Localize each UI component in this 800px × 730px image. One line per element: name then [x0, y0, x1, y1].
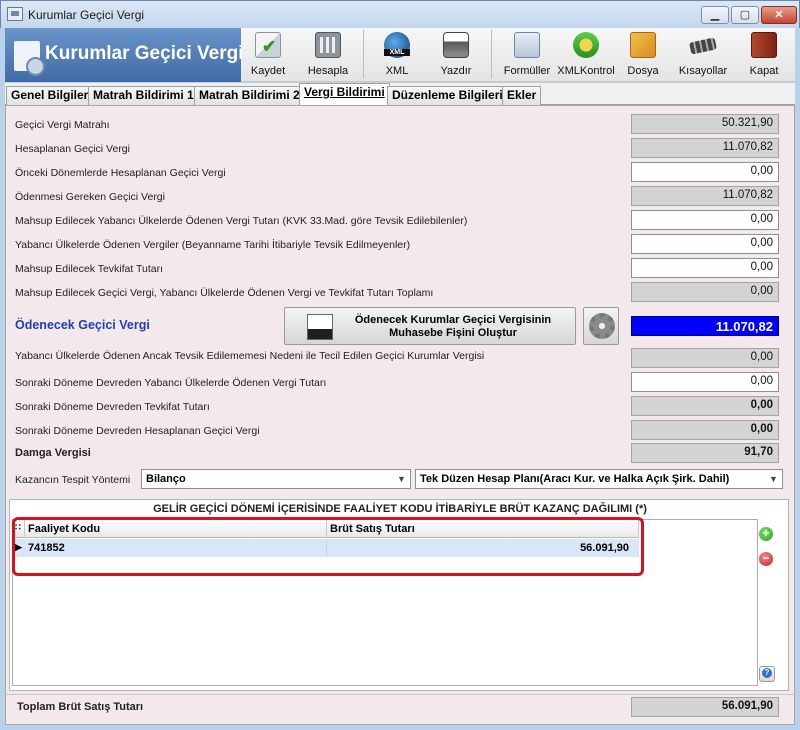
title-bar: Kurumlar Geçici Vergi ▁ ▢ ✕	[0, 0, 800, 28]
remove-row-icon[interactable]: −	[759, 552, 773, 566]
devreden-hesaplanan-field: 0,00	[631, 420, 779, 440]
toplam-brut-satis-field: 56.091,90	[631, 697, 779, 717]
yabanci-ulke-tevsik-input[interactable]: 0,00	[631, 234, 779, 254]
minimize-button[interactable]: ▁	[701, 6, 729, 24]
save-button[interactable]: Kaydet	[245, 30, 291, 80]
devreden-yabanci-vergi-input[interactable]: 0,00	[631, 372, 779, 392]
field-label: Sonraki Döneme Devreden Tevkifat Tutarı	[15, 401, 210, 413]
print-label: Yazdır	[440, 65, 472, 77]
damga-vergisi-label: Damga Vergisi	[15, 447, 91, 459]
tab-bar: Genel Bilgiler Matrah Bildirimi 1 Matrah…	[5, 83, 795, 106]
exit-label: Kapat	[749, 65, 779, 77]
calculator-icon	[315, 32, 341, 58]
yabanci-ulke-vergi-input[interactable]: 0,00	[631, 210, 779, 230]
field-label: Geçici Vergi Matrahı	[15, 119, 110, 131]
window-title: Kurumlar Geçici Vergi	[28, 8, 145, 22]
tecil-edilen-vergi-field: 0,00	[631, 348, 779, 368]
document-clock-icon	[14, 41, 45, 76]
tab-vergi-bildirimi[interactable]: Vergi Bildirimi	[299, 83, 390, 106]
forms-button[interactable]: Formüller	[500, 30, 554, 80]
file-button[interactable]: Dosya	[621, 30, 665, 80]
file-label: Dosya	[627, 65, 659, 77]
toplam-brut-satis-label: Toplam Brüt Satış Tutarı	[17, 701, 144, 713]
devreden-tevkifat-field: 0,00	[631, 396, 779, 416]
settings-button[interactable]	[583, 307, 619, 345]
xml-control-button[interactable]: XMLKontrol	[556, 30, 616, 80]
shortcuts-button[interactable]: Kısayollar	[675, 30, 731, 80]
damga-vergisi-field: 91,70	[631, 443, 779, 463]
highlight-annotation	[12, 517, 644, 576]
help-icon[interactable]	[759, 666, 775, 682]
muhasebe-fisi-label: Ödenecek Kurumlar Geçici Vergisinin Muha…	[354, 314, 552, 339]
kazanc-yontemi-select[interactable]: Bilanço ▼	[141, 469, 411, 489]
odenmesi-gereken-vergi-field: 11.070,82	[631, 186, 779, 206]
save-label: Kaydet	[250, 65, 286, 77]
divider	[6, 694, 794, 695]
tevkifat-tutari-input[interactable]: 0,00	[631, 258, 779, 278]
chevron-down-icon: ▼	[769, 474, 778, 484]
close-button[interactable]: ✕	[761, 6, 797, 24]
forms-label: Formüller	[503, 65, 551, 77]
exit-button[interactable]: Kapat	[744, 30, 784, 80]
xml-check-icon	[573, 32, 599, 58]
vergi-bildirimi-panel: Geçici Vergi Matrahı 50.321,90 Hesaplana…	[5, 105, 795, 725]
toolbar: Kurumlar Geçici Vergi Kaydet Hesapla XML…	[5, 28, 795, 82]
field-label: Sonraki Döneme Devreden Hesaplanan Geçic…	[15, 425, 260, 437]
document-grid-icon	[307, 314, 333, 340]
chevron-down-icon: ▼	[397, 474, 406, 484]
xml-label: XML	[385, 65, 409, 77]
field-label: Sonraki Döneme Devreden Yabancı Ülkelerd…	[15, 377, 327, 389]
app-icon	[7, 7, 23, 21]
printer-icon	[443, 32, 469, 58]
tab-ekler[interactable]: Ekler	[502, 86, 542, 105]
keyboard-icon	[689, 37, 717, 55]
muhasebe-fisi-olustur-button[interactable]: Ödenecek Kurumlar Geçici Vergisinin Muha…	[284, 307, 576, 345]
xml-button[interactable]: XML	[375, 30, 419, 80]
banner-title: Kurumlar Geçici Vergi	[45, 43, 244, 64]
toolbar-separator	[363, 30, 364, 78]
field-label: Mahsup Edilecek Geçici Vergi, Yabancı Ül…	[15, 287, 434, 299]
hesap-plani-value: Tek Düzen Hesap Planı(Aracı Kur. ve Halk…	[420, 473, 730, 485]
odenecek-vergi-label: Ödenecek Geçici Vergi	[15, 318, 150, 332]
xml-control-label: XMLKontrol	[557, 65, 615, 77]
calculate-label: Hesapla	[307, 65, 349, 77]
kazanc-yontemi-value: Bilanço	[146, 473, 186, 485]
mahsup-toplam-field: 0,00	[631, 282, 779, 302]
onceki-donemler-vergi-input[interactable]: 0,00	[631, 162, 779, 182]
forms-icon	[514, 32, 540, 58]
save-check-icon	[255, 32, 281, 58]
field-label: Önceki Dönemlerde Hesaplanan Geçici Verg…	[15, 167, 226, 179]
exit-door-icon	[751, 32, 777, 58]
field-label: Hesaplanan Geçici Vergi	[15, 143, 130, 155]
xml-globe-icon	[384, 32, 410, 58]
hesaplanan-gecici-vergi-field: 11.070,82	[631, 138, 779, 158]
maximize-button[interactable]: ▢	[731, 6, 759, 24]
kazanc-tespit-label: Kazancın Tespit Yöntemi	[15, 474, 131, 486]
print-button[interactable]: Yazdır	[433, 30, 479, 80]
field-label: Yabancı Ülkelerde Ödenen Ancak Tevsik Ed…	[15, 350, 485, 362]
tab-duzenleme-bilgileri[interactable]: Düzenleme Bilgileri	[387, 86, 508, 105]
field-label: Yabancı Ülkelerde Ödenen Vergiler (Beyan…	[15, 239, 411, 251]
faaliyet-group-title: GELİR GEÇİCİ DÖNEMİ İÇERİSİNDE FAALİYET …	[153, 503, 647, 515]
tab-matrah-bildirimi-1[interactable]: Matrah Bildirimi 1	[88, 86, 199, 105]
gear-icon	[589, 313, 615, 339]
field-label: Mahsup Edilecek Tevkifat Tutarı	[15, 263, 164, 275]
hesap-plani-select[interactable]: Tek Düzen Hesap Planı(Aracı Kur. ve Halk…	[415, 469, 783, 489]
odenecek-vergi-value: 11.070,82	[631, 316, 779, 336]
toolbar-separator	[491, 30, 492, 78]
banner: Kurumlar Geçici Vergi	[5, 28, 244, 82]
field-label: Mahsup Edilecek Yabancı Ülkelerde Ödenen…	[15, 215, 468, 227]
shortcuts-label: Kısayollar	[678, 65, 728, 77]
calculate-button[interactable]: Hesapla	[304, 30, 352, 80]
tab-matrah-bildirimi-2[interactable]: Matrah Bildirimi 2	[194, 86, 305, 105]
folder-icon	[630, 32, 656, 58]
gecici-vergi-matrahi-field: 50.321,90	[631, 114, 779, 134]
field-label: Ödenmesi Gereken Geçici Vergi	[15, 191, 165, 203]
add-row-icon[interactable]: +	[759, 527, 773, 541]
tab-genel-bilgiler[interactable]: Genel Bilgiler	[6, 86, 94, 105]
